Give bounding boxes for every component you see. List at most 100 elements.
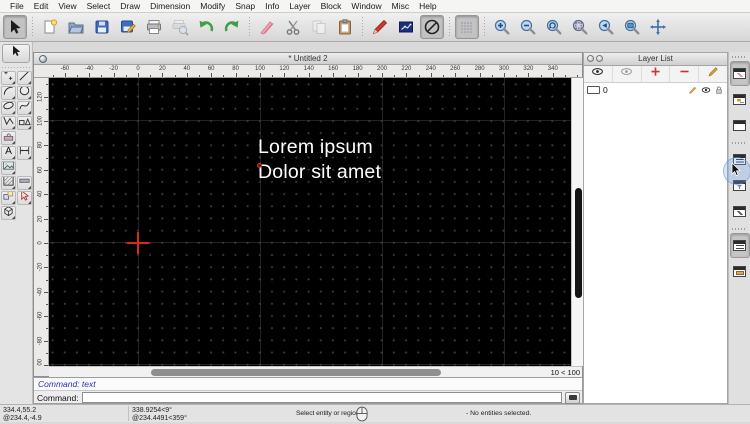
pen-settings-button[interactable] <box>368 15 392 39</box>
explode-tool[interactable] <box>0 191 16 205</box>
pen-palette-toggle-button[interactable] <box>730 199 750 224</box>
hatch-tool[interactable] <box>0 176 16 190</box>
ellipse-tool[interactable] <box>0 101 16 115</box>
menu-help[interactable]: Help <box>414 0 441 13</box>
zoom-previous-button[interactable] <box>594 15 618 39</box>
polyline-tool[interactable] <box>0 116 16 130</box>
menu-layer[interactable]: Layer <box>284 0 315 13</box>
vertical-ruler: 120 100 80 60 40 20 0 -20 -40 -60 -80 -100 <box>34 78 49 366</box>
edit-layer-icon[interactable] <box>688 85 698 95</box>
menu-file[interactable]: File <box>5 0 29 13</box>
menu-draw[interactable]: Draw <box>115 0 145 13</box>
select-entities-tool[interactable] <box>16 191 32 205</box>
points-tool[interactable] <box>0 71 16 85</box>
open-folder-icon <box>67 18 85 36</box>
layer-row[interactable]: 0 <box>584 83 727 96</box>
vertical-scrollbar-thumb[interactable] <box>574 188 582 298</box>
copy-button[interactable] <box>307 15 331 39</box>
plus-icon <box>649 65 662 83</box>
menu-dimension[interactable]: Dimension <box>145 0 195 13</box>
panel-close-button[interactable] <box>596 55 603 62</box>
grid-toggle-button[interactable] <box>455 15 479 39</box>
menu-snap[interactable]: Snap <box>230 0 260 13</box>
edit-layer-button[interactable] <box>699 66 727 82</box>
text-entity[interactable]: Dolor sit amet <box>258 159 381 185</box>
command-input[interactable] <box>81 392 562 403</box>
menu-modify[interactable]: Modify <box>195 0 230 13</box>
show-all-layers-button[interactable] <box>584 66 613 82</box>
open-file-button[interactable] <box>64 15 88 39</box>
save-as-button[interactable] <box>116 15 140 39</box>
ruler-tick <box>64 73 66 77</box>
remove-layer-button[interactable] <box>670 66 700 82</box>
menu-window[interactable]: Window <box>346 0 386 13</box>
image-tool[interactable] <box>0 161 16 175</box>
layer-lock-icon[interactable] <box>714 85 724 95</box>
menu-info[interactable]: Info <box>260 0 284 13</box>
ruler-tick <box>46 279 48 281</box>
document-titlebar[interactable]: * Untitled 2 <box>34 53 582 65</box>
menu-select[interactable]: Select <box>82 0 116 13</box>
print-button[interactable] <box>142 15 166 39</box>
document-title: * Untitled 2 <box>288 54 328 63</box>
dimension-tool[interactable] <box>16 146 32 160</box>
text-tool[interactable]: A <box>0 146 16 160</box>
undo-button[interactable] <box>194 15 218 39</box>
add-layer-button[interactable] <box>642 66 671 82</box>
zoom-out-button[interactable] <box>516 15 540 39</box>
select-pointer-button[interactable] <box>3 15 27 39</box>
command-line-toggle-button[interactable] <box>729 233 750 258</box>
zoom-window-button[interactable] <box>568 15 592 39</box>
paste-button[interactable] <box>333 15 357 39</box>
draw-order-tool[interactable] <box>16 176 32 190</box>
print-preview-button[interactable] <box>168 15 192 39</box>
command-options-button[interactable] <box>565 391 580 404</box>
horizontal-scrollbar-thumb[interactable] <box>151 369 441 376</box>
ruler-tick <box>528 73 530 77</box>
menu-misc[interactable]: Misc <box>387 0 414 13</box>
line-tool[interactable] <box>16 71 32 85</box>
ruler-label: 20 <box>159 66 166 72</box>
library-browser-toggle-button[interactable] <box>730 113 750 138</box>
arc-tool[interactable] <box>0 86 16 100</box>
zoom-in-button[interactable] <box>490 15 514 39</box>
print-icon <box>145 18 163 36</box>
cut-button[interactable] <box>281 15 305 39</box>
draft-mode-button[interactable] <box>255 15 279 39</box>
zoom-auto-button[interactable] <box>542 15 566 39</box>
select-pointer-tool[interactable] <box>2 44 30 63</box>
insert-block-tool[interactable] <box>0 131 16 145</box>
menu-block[interactable]: Block <box>316 0 347 13</box>
layer-list-toggle-button[interactable] <box>729 61 750 86</box>
ruler-label: 80 <box>232 66 239 72</box>
zoom-page-button[interactable] <box>620 15 644 39</box>
ruler-tick <box>46 133 48 135</box>
ruler-tick <box>46 230 48 232</box>
zoom-pan-button[interactable] <box>646 15 670 39</box>
spline-tool[interactable] <box>16 101 32 115</box>
block-list-toggle-button[interactable] <box>730 87 750 112</box>
circle-tool[interactable] <box>16 86 32 100</box>
ruler-tick <box>479 73 481 77</box>
plot-preview-button[interactable] <box>394 15 418 39</box>
no-pen-button[interactable] <box>420 15 444 39</box>
save-button[interactable] <box>90 15 114 39</box>
redo-button[interactable] <box>220 15 244 39</box>
shape-tool[interactable] <box>16 116 32 130</box>
ruler-label: 120 <box>279 66 290 72</box>
text-entity[interactable]: Lorem ipsum <box>258 134 373 160</box>
new-document-button[interactable] <box>38 15 62 39</box>
panel-float-button[interactable] <box>587 55 594 62</box>
layer-color-swatch[interactable] <box>587 85 600 94</box>
hide-all-layers-button[interactable] <box>613 66 642 82</box>
menu-edit[interactable]: Edit <box>29 0 54 13</box>
menu-view[interactable]: View <box>53 0 81 13</box>
modify-3d-tool[interactable] <box>0 206 16 220</box>
layer-name: 0 <box>603 84 608 95</box>
clipboard-toggle-button[interactable] <box>730 259 750 284</box>
layer-visibility-icon[interactable] <box>701 85 711 95</box>
drawing-canvas[interactable]: Lorem ipsum Dolor sit amet <box>49 78 571 366</box>
ruler-label: -80 <box>37 336 44 345</box>
ruler-label: 20 <box>37 215 44 222</box>
layer-list-panel: Layer List 0 <box>583 52 728 404</box>
